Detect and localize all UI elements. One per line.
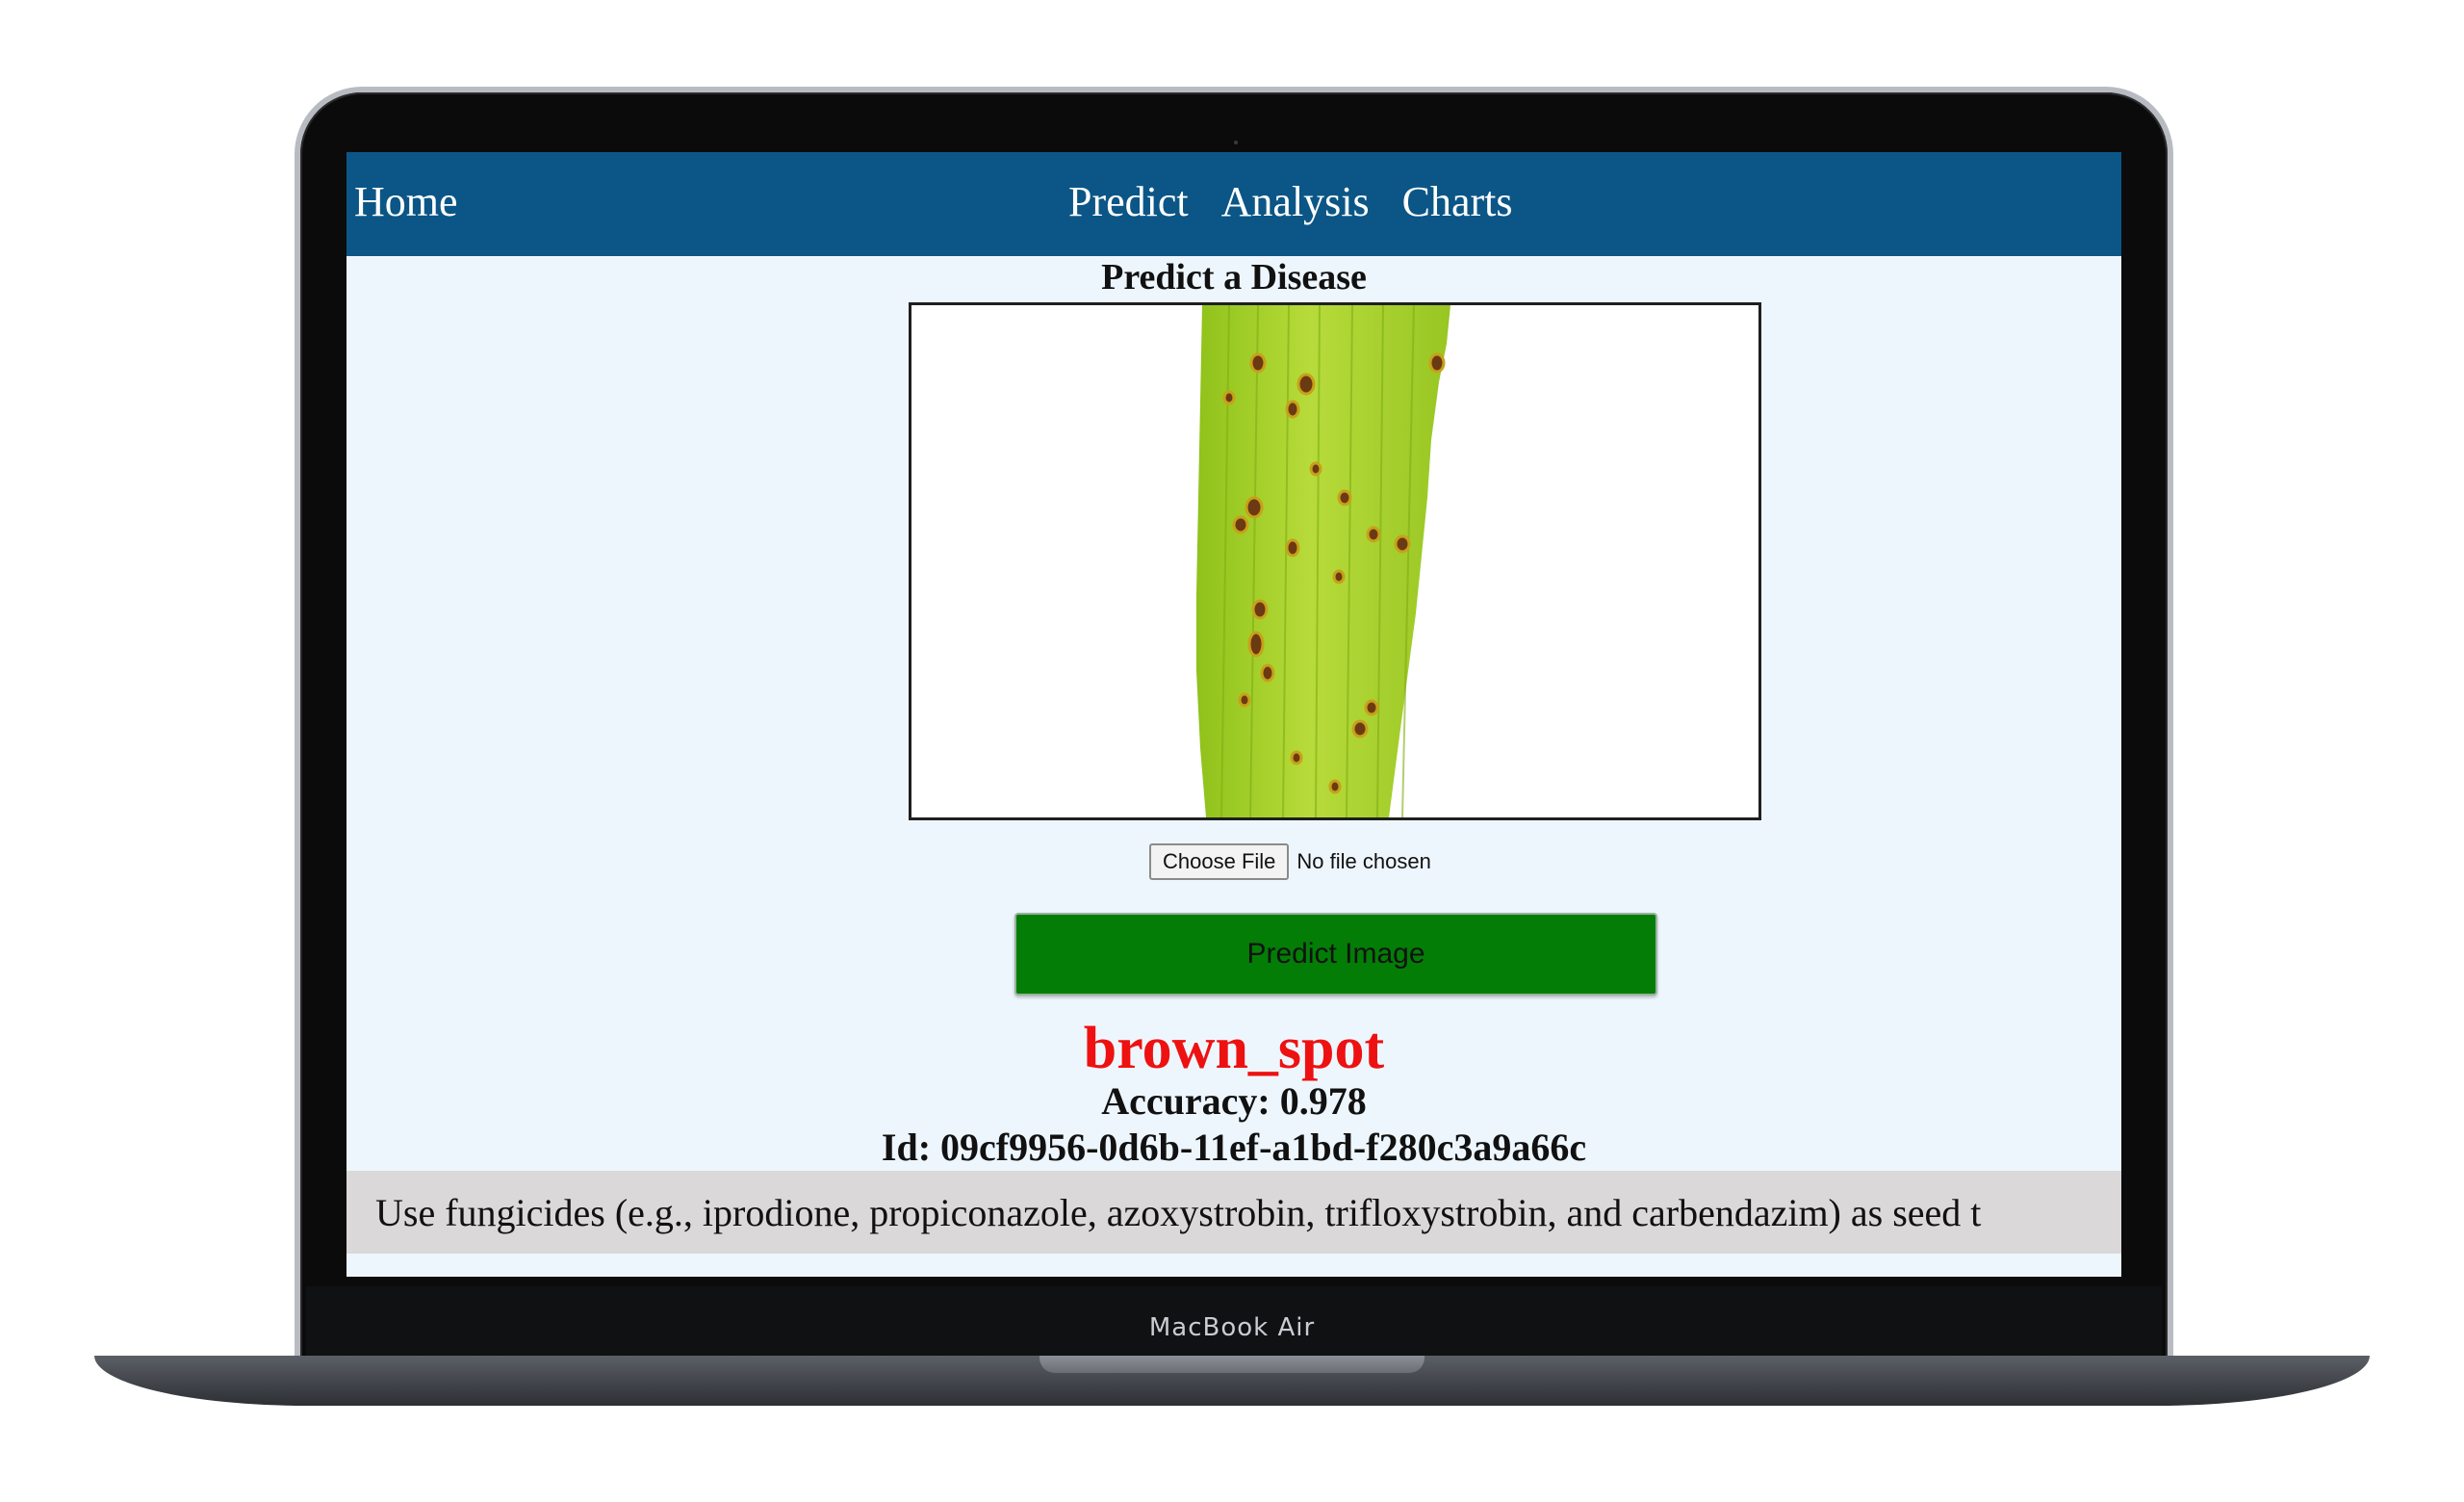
prediction-label: brown_spot (1083, 1016, 1385, 1081)
nav-links: Predict Analysis Charts (1068, 177, 1513, 226)
choose-file-button[interactable]: Choose File (1149, 843, 1290, 880)
nav-home-link[interactable]: Home (354, 177, 458, 226)
treatment-advice-text: Use fungicides (e.g., iprodione, propico… (375, 1191, 1982, 1234)
nav-charts-link[interactable]: Charts (1402, 177, 1513, 226)
treatment-advice-bar: Use fungicides (e.g., iprodione, propico… (346, 1171, 2121, 1254)
laptop-hinge-notch (1040, 1356, 1424, 1373)
device-label: MacBook Air (1148, 1313, 1316, 1342)
predict-image-button[interactable]: Predict Image (1014, 913, 1657, 996)
laptop-mockup: Home Predict Analysis Charts Predict a D… (0, 0, 2464, 1502)
nav-predict-link[interactable]: Predict (1068, 177, 1189, 226)
camera-dot (1234, 141, 1238, 144)
prediction-id: Id: 09cf9956-0d6b-11ef-a1bd-f280c3a9a66c (881, 1126, 1587, 1169)
uploaded-image-preview (909, 302, 1761, 820)
prediction-accuracy: Accuracy: 0.978 (1101, 1079, 1367, 1123)
nav-analysis-link[interactable]: Analysis (1221, 177, 1370, 226)
top-navbar: Home Predict Analysis Charts (346, 152, 2121, 256)
file-status-text: No file chosen (1296, 849, 1431, 873)
file-upload-row: Choose File No file chosen (1149, 843, 1431, 880)
rice-leaf-image (1196, 305, 1450, 817)
browser-screen: Home Predict Analysis Charts Predict a D… (346, 152, 2121, 1277)
page-title: Predict a Disease (1101, 257, 1367, 298)
